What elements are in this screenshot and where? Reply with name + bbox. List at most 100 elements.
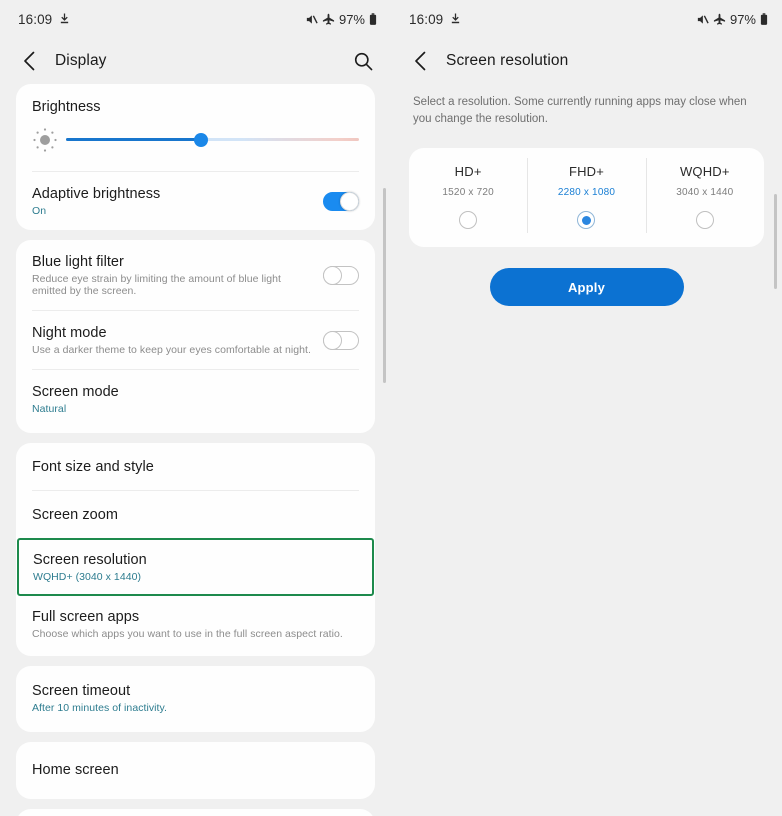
resolution-option-hd[interactable]: HD+ 1520 x 720 [409,164,527,230]
status-clock: 16:09 [18,11,53,27]
search-icon [354,52,372,70]
row-text: Adaptive brightness On [32,186,311,217]
row-subtitle: After 10 minutes of inactivity. [32,702,167,714]
brightness-sun-icon [33,128,57,152]
setting-blue-light-filter[interactable]: Blue light filter Reduce eye strain by l… [16,240,375,310]
edge-and-easy-mode-card: Edge screen Change the Edge panels or Ed… [16,809,375,816]
status-bar: 16:09 97% [391,0,782,38]
display-app-bar: Display [0,38,391,84]
row-title: Screen resolution [33,552,147,568]
resolution-dimensions: 2280 x 1080 [557,187,616,199]
row-subtitle: Natural [32,403,67,415]
resolution-option-fhd[interactable]: FHD+ 2280 x 1080 [527,158,645,234]
setting-screen-mode[interactable]: Screen mode Natural [16,370,375,433]
toggle-knob [340,192,359,211]
row-title: Screen timeout [32,683,131,699]
row-subtitle: Reduce eye strain by limiting the amount… [32,273,282,297]
status-bar-right: 97% [696,12,768,27]
resolution-name: FHD+ [568,164,605,180]
resolution-options-card: HD+ 1520 x 720 FHD+ 2280 x 1080 WQHD+ 30… [409,148,764,248]
status-clock: 16:09 [409,11,444,27]
toggle-knob [323,266,342,285]
back-chevron-icon [414,51,425,71]
resolution-name: HD+ [454,164,482,180]
slider-fill [66,138,201,141]
download-icon [452,13,460,24]
battery-icon [369,12,377,25]
status-bar-right: 97% [305,12,377,27]
mute-icon [306,14,318,24]
brightness-slider-row [16,117,375,171]
battery-percent: 97% [338,11,365,27]
setting-night-mode[interactable]: Night mode Use a darker theme to keep yo… [16,311,375,369]
row-title: Full screen apps [32,609,140,625]
brightness-slider[interactable] [66,130,359,150]
display-settings-screen: 16:09 97% Display Brightness Adaptive br… [0,0,391,816]
resolution-name: WQHD+ [679,164,730,180]
page-title: Display [55,52,107,69]
mute-icon [697,14,709,24]
screen-resolution-screen: 16:09 97% Screen resolution Select a res… [391,0,782,816]
setting-edge-screen[interactable]: Edge screen Change the Edge panels or Ed… [16,809,375,816]
display-modes-card: Blue light filter Reduce eye strain by l… [16,240,375,433]
back-button[interactable] [16,48,42,74]
setting-home-screen[interactable]: Home screen [16,742,375,799]
back-chevron-icon [23,51,34,71]
resolution-radio-wqhd[interactable] [695,211,714,230]
row-title: Font size and style [32,459,154,475]
row-subtitle: Use a darker theme to keep your eyes com… [32,344,311,356]
back-button[interactable] [407,48,433,74]
screen-timeout-card: Screen timeout After 10 minutes of inact… [16,666,375,732]
resolution-option-wqhd[interactable]: WQHD+ 3040 x 1440 [645,158,764,234]
status-bar-left: 16:09 [18,12,70,27]
row-title: Home screen [32,762,119,778]
vertical-scrollbar[interactable] [383,188,386,383]
row-title: Screen mode [32,384,119,400]
airplane-mode-icon [322,13,335,25]
brightness-label: Brightness [32,99,101,115]
apply-button-container: Apply [391,268,782,307]
resolution-radio-fhd[interactable] [577,211,596,230]
brightness-card: Brightness Adaptive brightness On [16,84,375,230]
row-title: Adaptive brightness [32,186,161,202]
setting-full-screen-apps[interactable]: Full screen apps Choose which apps you w… [16,596,375,656]
battery-percent: 97% [729,11,756,27]
resolution-radio-hd[interactable] [459,211,478,230]
row-title: Blue light filter [32,254,124,270]
home-screen-card: Home screen [16,742,375,799]
resolution-app-bar: Screen resolution [391,38,782,84]
night-mode-toggle[interactable] [323,331,359,350]
resolution-scroll[interactable]: Select a resolution. Some currently runn… [391,84,782,816]
vertical-scrollbar[interactable] [774,194,777,289]
screen-options-card: Font size and style Screen zoom Screen r… [16,443,375,656]
row-text: Blue light filter Reduce eye strain by l… [32,254,311,297]
resolution-dimensions: 3040 x 1440 [676,187,734,199]
resolution-dimensions: 1520 x 720 [442,187,494,199]
search-button[interactable] [349,47,377,75]
slider-thumb[interactable] [193,133,208,147]
setting-screen-timeout[interactable]: Screen timeout After 10 minutes of inact… [16,666,375,732]
page-title: Screen resolution [446,52,569,69]
row-title: Night mode [32,325,107,341]
apply-button[interactable]: Apply [489,268,684,307]
row-subtitle: WQHD+ (3040 x 1440) [33,571,142,583]
toggle-knob [323,331,342,350]
resolution-description: Select a resolution. Some currently runn… [413,96,747,125]
status-bar: 16:09 97% [0,0,391,38]
setting-font-size-and-style[interactable]: Font size and style [16,443,375,490]
row-subtitle: On [32,205,47,217]
row-subtitle: Choose which apps you want to use in the… [32,628,343,640]
airplane-mode-icon [713,13,726,25]
adaptive-brightness-toggle[interactable] [323,192,359,211]
setting-screen-resolution[interactable]: Screen resolution WQHD+ (3040 x 1440) [17,538,374,596]
setting-screen-zoom[interactable]: Screen zoom [16,491,375,538]
download-icon [61,13,69,24]
dual-screenshot-container: 16:09 97% Display Brightness Adaptive br… [0,0,782,816]
row-text: Night mode Use a darker theme to keep yo… [32,325,311,356]
battery-icon [760,12,768,25]
status-bar-left: 16:09 [409,12,461,27]
display-settings-scroll[interactable]: Brightness Adaptive brightness On Blue l… [0,84,391,816]
row-title: Screen zoom [32,507,118,523]
setting-adaptive-brightness[interactable]: Adaptive brightness On [16,172,375,230]
blue-light-filter-toggle[interactable] [323,266,359,285]
